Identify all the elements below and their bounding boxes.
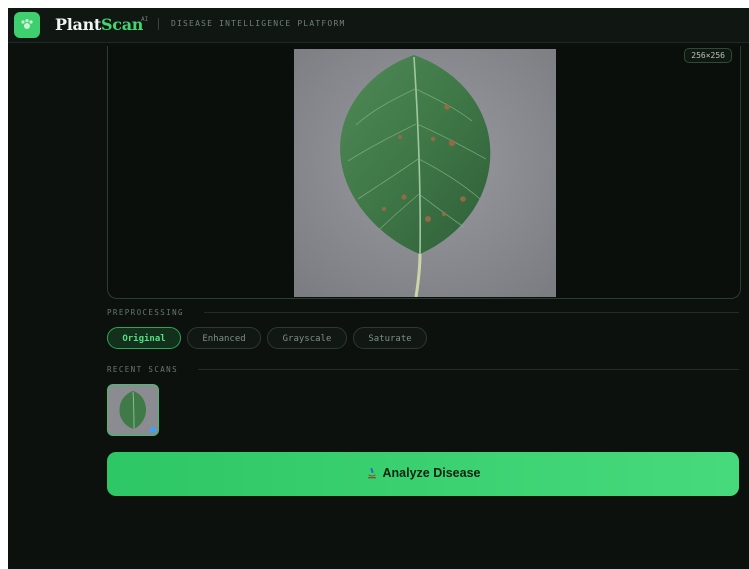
chip-original[interactable]: Original: [107, 327, 181, 349]
app-window: PlantScan AI DISEASE INTELLIGENCE PLATFO…: [8, 8, 749, 569]
selected-indicator-dot: [150, 427, 156, 433]
leaf-image: [294, 49, 556, 297]
app-tagline: DISEASE INTELLIGENCE PLATFORM: [171, 19, 346, 28]
app-brand: PlantScan: [55, 15, 143, 34]
brand-prefix: Plant: [55, 15, 102, 34]
top-bar: PlantScan AI DISEASE INTELLIGENCE PLATFO…: [8, 8, 749, 43]
chip-saturate[interactable]: Saturate: [353, 327, 427, 349]
recent-scans-label: RECENT SCANS: [107, 365, 178, 374]
microscope-icon: [366, 467, 378, 479]
analyze-button-label: Analyze Disease: [382, 466, 481, 480]
image-dimension-badge: 256×256: [684, 48, 732, 63]
recent-scan-thumbnail[interactable]: [107, 384, 159, 436]
recent-scans-divider: [198, 369, 739, 370]
analyze-button-content: Analyze Disease: [366, 466, 481, 480]
preprocessing-label: PREPROCESSING: [107, 308, 184, 317]
brand-superscript: AI: [141, 16, 149, 23]
chip-grayscale[interactable]: Grayscale: [267, 327, 347, 349]
preprocessing-divider: [204, 312, 739, 313]
leaf-paw-icon: [14, 12, 40, 38]
chip-enhanced[interactable]: Enhanced: [187, 327, 261, 349]
analyze-disease-button[interactable]: Analyze Disease: [107, 452, 739, 496]
brand-accent: Scan: [101, 15, 144, 34]
header-divider: [158, 18, 159, 30]
image-preview-panel: 256×256: [107, 46, 741, 299]
